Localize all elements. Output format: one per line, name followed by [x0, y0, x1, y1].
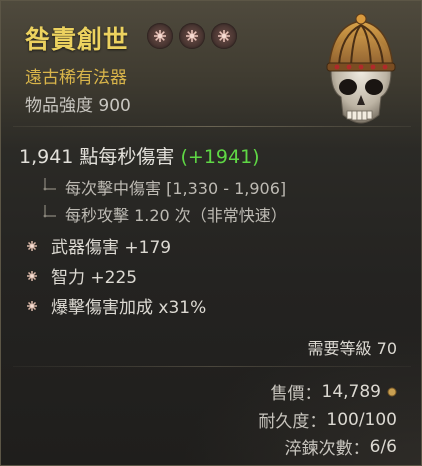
item-type: 遠古稀有法器: [25, 68, 127, 88]
temper-value: 6/6: [369, 436, 397, 457]
item-name: 咎責創世: [25, 25, 130, 54]
socket-row: [147, 23, 237, 49]
affix-row: 智力 +225: [25, 263, 137, 288]
attacks-per-second-row: 每秒攻擊 1.20 次（非常快速）: [41, 202, 287, 226]
affix-bullet-icon: [27, 240, 37, 251]
gold-coin-icon: [387, 387, 397, 396]
durability-value: 100/100: [326, 409, 397, 430]
level-requirement: 需要等級 70: [307, 339, 397, 358]
item-tooltip: 咎責創世 遠古稀有法器 物品強度 900 1,941 點每秒傷害 (+1941)…: [0, 0, 422, 466]
sell-value: 14,789: [321, 381, 381, 402]
socket-icon: [179, 23, 205, 49]
dps-value: 1,941 點每秒傷害: [19, 146, 175, 168]
affix-bullet-icon: [27, 300, 37, 311]
socket-flower-icon: [186, 30, 198, 42]
skull-crown-icon: [326, 13, 396, 124]
durability-row: 耐久度： 100/100: [258, 407, 397, 433]
damage-per-hit: 每次擊中傷害 [1,330 - 1,906]: [65, 179, 287, 198]
affix-row: 爆擊傷害加成 x31%: [25, 293, 206, 318]
affix-row: 武器傷害 +179: [25, 233, 171, 258]
tree-branch-icon: [43, 205, 56, 218]
affix-text: 爆擊傷害加成 x31%: [51, 298, 207, 318]
socket-flower-icon: [218, 30, 230, 42]
attacks-per-second: 每秒攻擊 1.20 次（非常快速）: [65, 206, 287, 225]
tooltip-header: 咎責創世 遠古稀有法器 物品強度 900: [1, 1, 421, 129]
temper-label: 淬鍊次數：: [284, 439, 370, 459]
affix-bullet-icon: [27, 270, 37, 281]
footer-divider: [13, 366, 411, 367]
header-divider: [13, 126, 411, 127]
dps-line: 1,941 點每秒傷害 (+1941): [19, 142, 260, 169]
sell-price-row: 售價： 14,789: [271, 379, 397, 404]
affix-text: 智力 +225: [51, 268, 138, 288]
socket-icon: [211, 23, 237, 49]
tree-branch-icon: [43, 178, 56, 191]
item-power: 物品強度 900: [25, 96, 131, 116]
damage-per-hit-row: 每次擊中傷害 [1,330 - 1,906]: [41, 175, 286, 199]
affix-text: 武器傷害 +179: [51, 238, 172, 258]
durability-label: 耐久度：: [258, 412, 327, 432]
socket-icon: [147, 23, 173, 49]
sell-label: 售價：: [270, 384, 322, 404]
temper-row: 淬鍊次數： 6/6: [284, 434, 397, 460]
socket-flower-icon: [154, 30, 166, 42]
dps-delta: (+1941): [180, 146, 260, 168]
